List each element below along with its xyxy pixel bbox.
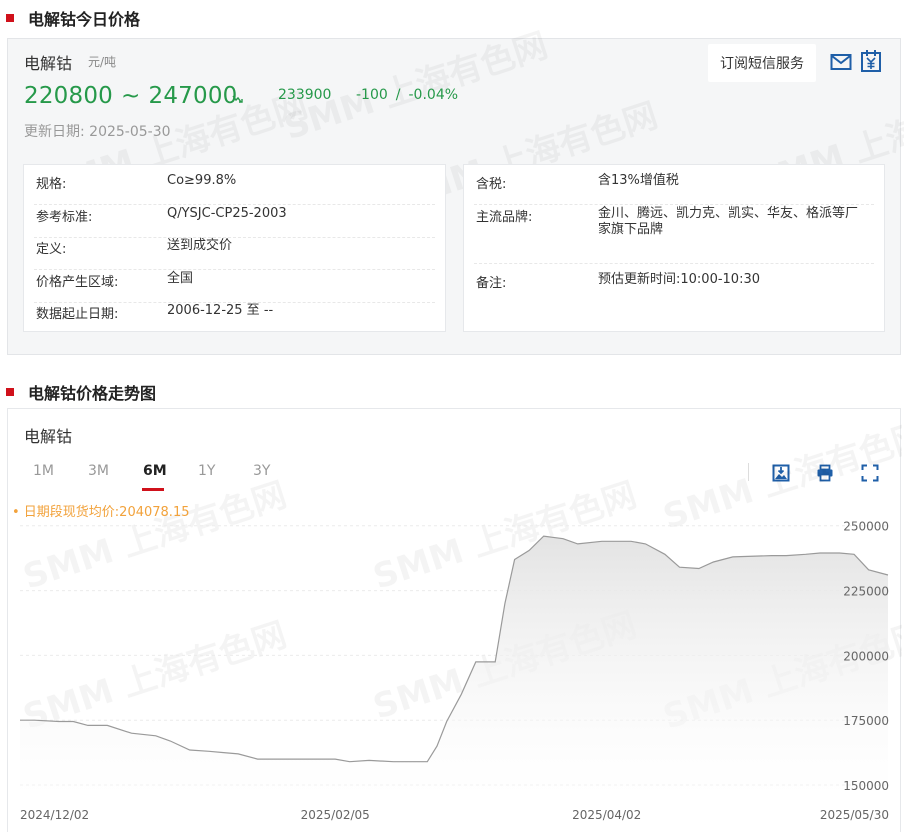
update-date: 更新日期: 2025-05-30 [24,124,171,140]
price-trend-chart: SMM 上海有色网SMM 上海有色网SMM 上海有色网SMM 上海有色网SMM … [12,415,902,822]
subscribe-sms-button[interactable]: 订阅短信服务 [708,44,816,82]
price-low: 220800 [24,83,113,109]
price-range: 220800 ~247000 [24,83,238,109]
info-row: 数据起止日期: 2006-12-25 至 -- [36,303,274,322]
section-title-today-price: 电解钴今日价格 [6,6,140,30]
price-change: -100/-0.04% [356,87,459,103]
info-row: 主流品牌: 金川、腾远、凯力克、凯实、华友、格派等厂 家旗下品牌 [474,206,874,264]
price-unit: 元/吨 [88,55,117,69]
price-card: SMM 上海有色网 SMM 上海有色网 SMM 上海有色网 SMM 上海有色网 … [7,25,904,355]
x-tick-label: 2025/04/02 [572,808,641,822]
y-tick-label: 225000 [843,585,889,599]
red-square-marker [6,14,14,22]
x-tick-label: 2025/05/30 [820,808,889,822]
average-price: 233900 [278,87,332,103]
info-box-left: 规格: Co≥99.8% 参考标准: Q/YSJC-CP25-2003 定义: … [23,164,446,332]
watermark: SMM 上海有色网 [18,615,291,738]
product-name: 电解钴 [24,54,73,73]
y-tick-label: 200000 [843,649,889,663]
mail-icon[interactable] [830,51,852,73]
info-box-right: 含税: 含13%增值税 主流品牌: 金川、腾远、凯力克、凯实、华友、格派等厂 家… [463,164,885,332]
change-value: -100 [356,87,388,103]
period-average-label: • 日期段现货均价:204078.15 [12,504,189,520]
watermark: SMM 上海有色网 [18,475,291,598]
arrow-down-icon [232,95,243,103]
x-tick-label: 2024/12/02 [20,808,89,822]
info-row: 备注: 预估更新时间:10:00-10:30 [476,272,760,291]
info-row: 参考标准: Q/YSJC-CP25-2003 [34,206,435,238]
info-row: 价格产生区域: 全国 [34,271,435,303]
red-square-marker [6,388,14,396]
y-tick-label: 175000 [843,714,889,728]
change-percent: -0.04% [408,87,459,103]
info-row: 含税: 含13%增值税 [474,173,874,205]
info-row: 规格: Co≥99.8% [34,173,435,205]
x-tick-label: 2025/02/05 [301,808,370,822]
yuan-calendar-icon[interactable] [860,49,882,73]
y-tick-label: 250000 [843,520,889,534]
info-row: 定义: 送到成交价 [34,238,435,270]
y-tick-label: 150000 [843,779,889,793]
section-title-price-trend: 电解钴价格走势图 [6,380,156,404]
chart-panel: 电解钴 1M 3M 6M 1Y 3Y SMM 上海有色网 SMM 上海有色网 SMM… [7,408,902,832]
watermark: SMM 上海有色网 [277,18,553,149]
price-high: 247000 [148,83,238,109]
